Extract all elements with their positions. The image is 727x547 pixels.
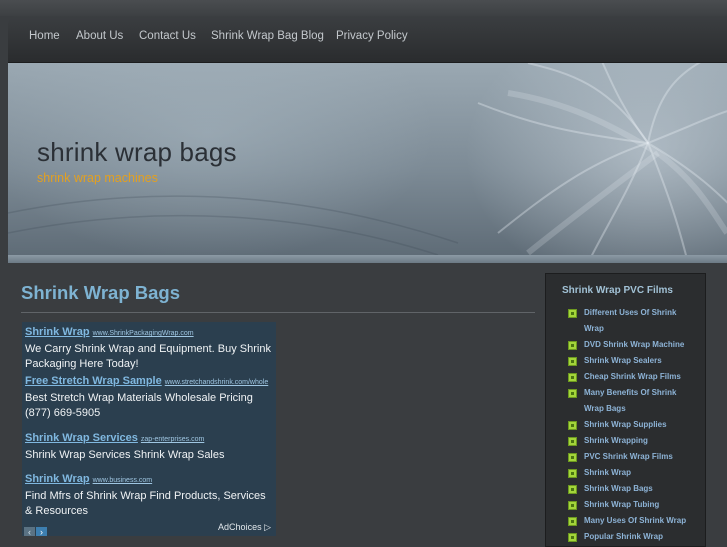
sidebar-link[interactable]: Shrink Wrapping	[568, 433, 696, 449]
ad-title-link[interactable]: Shrink Wrap Services	[25, 432, 138, 444]
site-tagline: shrink wrap machines	[37, 171, 158, 185]
bullet-icon	[568, 533, 577, 542]
sidebar-link-label[interactable]: Shrink Wrap Supplies	[584, 420, 667, 429]
sidebar-link[interactable]: Shrink Wrap Bags	[568, 481, 696, 497]
ad-next-button[interactable]: ›	[36, 527, 47, 536]
sidebar-link[interactable]: Different Uses Of Shrink Wrap	[568, 305, 696, 337]
nav-contact-us-link[interactable]: Contact Us	[139, 30, 196, 42]
ad-url-link[interactable]: www.ShrinkPackagingWrap.com	[93, 330, 194, 337]
sidebar-link[interactable]: Cheap Shrink Wrap Films	[568, 369, 696, 385]
sidebar-link-label[interactable]: Many Uses Of Shrink Wrap	[584, 516, 686, 525]
sidebar-link-label[interactable]: Cheap Shrink Wrap Films	[584, 372, 681, 381]
sidebar-link[interactable]: Shrink Wrap Supplies	[568, 417, 696, 433]
sidebar-link[interactable]: Shrink Wrap Tubing	[568, 497, 696, 513]
sidebar-link-label[interactable]: Popular Shrink Wrap	[584, 532, 663, 541]
ad-description: Best Stretch Wrap Materials Wholesale Pr…	[25, 392, 253, 419]
bullet-icon	[568, 357, 577, 366]
header-banner: shrink wrap bags shrink wrap machines	[8, 63, 727, 255]
sidebar-link-label[interactable]: Shrink Wrap Tubing	[584, 500, 659, 509]
sidebar-link[interactable]: Popular Shrink Wrap	[568, 529, 696, 545]
ad-description: We Carry Shrink Wrap and Equipment. Buy …	[25, 343, 271, 370]
ad-title-link[interactable]: Free Stretch Wrap Sample	[25, 375, 162, 387]
sidebar-link-label[interactable]: Shrink Wrapping	[584, 436, 648, 445]
bullet-icon	[568, 373, 577, 382]
sidebar-link[interactable]: Shrink Wrap	[568, 465, 696, 481]
title-divider	[21, 312, 535, 313]
bullet-icon	[568, 341, 577, 350]
nav-blog-link[interactable]: Shrink Wrap Bag Blog	[211, 30, 324, 42]
ad-description: Find Mfrs of Shrink Wrap Find Products, …	[25, 490, 266, 517]
header-divider-bar	[8, 255, 727, 263]
post-title[interactable]: Shrink Wrap Bags	[21, 282, 180, 304]
bullet-icon	[568, 469, 577, 478]
sidebar-widget: Shrink Wrap PVC Films Different Uses Of …	[545, 273, 706, 547]
ad-item[interactable]: Shrink Wrap www.business.com Find Mfrs of…	[25, 472, 275, 519]
sidebar-link[interactable]: Many Uses Of Shrink Wrap	[568, 513, 696, 529]
site-title[interactable]: shrink wrap bags	[37, 137, 237, 168]
sidebar-link[interactable]: Shrink Wrap Sealers	[568, 353, 696, 369]
sidebar-link[interactable]: PVC Shrink Wrap Films	[568, 449, 696, 465]
sidebar-title: Shrink Wrap PVC Films	[562, 285, 673, 296]
nav-home-link[interactable]: Home	[29, 30, 60, 42]
bullet-icon	[568, 485, 577, 494]
sidebar-link-label[interactable]: Different Uses Of Shrink Wrap	[584, 308, 676, 333]
ad-unit: Shrink Wrap www.ShrinkPackagingWrap.com W…	[22, 322, 276, 536]
ad-item[interactable]: Shrink Wrap www.ShrinkPackagingWrap.com W…	[25, 325, 275, 372]
sidebar-link-label[interactable]: Many Benefits Of Shrink Wrap Bags	[584, 388, 676, 413]
sidebar-link-list: Different Uses Of Shrink Wrap DVD Shrink…	[568, 305, 696, 545]
ad-title-link[interactable]: Shrink Wrap	[25, 326, 90, 338]
sidebar-link-label[interactable]: Shrink Wrap Bags	[584, 484, 653, 493]
bullet-icon	[568, 309, 577, 318]
sidebar-link-label[interactable]: DVD Shrink Wrap Machine	[584, 340, 684, 349]
page-top-strip	[0, 0, 727, 16]
nav-about-us-link[interactable]: About Us	[76, 30, 123, 42]
main-navigation: Home About Us Contact Us Shrink Wrap Bag…	[8, 16, 727, 63]
ad-pager: ‹ ›	[24, 522, 48, 536]
ad-item[interactable]: Free Stretch Wrap Sample www.stretchandsh…	[25, 374, 275, 421]
adchoices-link[interactable]: AdChoices ▷	[218, 522, 271, 533]
ad-url-link[interactable]: zap-enterprises.com	[141, 436, 204, 443]
sidebar-link-label[interactable]: Shrink Wrap Sealers	[584, 356, 662, 365]
bullet-icon	[568, 501, 577, 510]
ad-item[interactable]: Shrink Wrap Services zap-enterprises.com …	[25, 431, 275, 463]
sidebar-link[interactable]: Many Benefits Of Shrink Wrap Bags	[568, 385, 696, 417]
sidebar-link[interactable]: DVD Shrink Wrap Machine	[568, 337, 696, 353]
bullet-icon	[568, 389, 577, 398]
bullet-icon	[568, 437, 577, 446]
ad-url-link[interactable]: www.stretchandshrink.com/whole	[165, 379, 269, 386]
ad-prev-button[interactable]: ‹	[24, 527, 35, 536]
sidebar-link-label[interactable]: PVC Shrink Wrap Films	[584, 452, 673, 461]
sidebar-link-label[interactable]: Shrink Wrap	[584, 468, 631, 477]
bullet-icon	[568, 453, 577, 462]
ad-title-link[interactable]: Shrink Wrap	[25, 473, 90, 485]
nav-privacy-policy-link[interactable]: Privacy Policy	[336, 30, 408, 42]
bullet-icon	[568, 421, 577, 430]
ad-url-link[interactable]: www.business.com	[93, 477, 153, 484]
bullet-icon	[568, 517, 577, 526]
ad-description: Shrink Wrap Services Shrink Wrap Sales	[25, 449, 225, 461]
